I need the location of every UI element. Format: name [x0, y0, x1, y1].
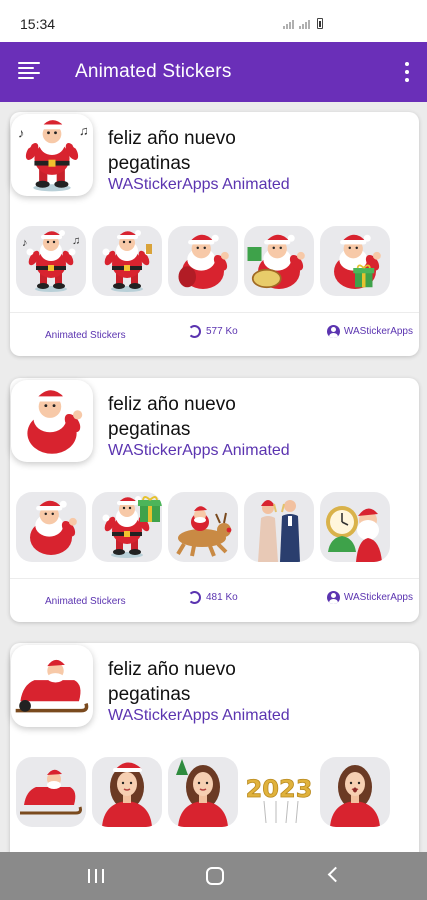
sticker-pack-list[interactable]: ♪ ♫ feliz año nuevo pegatinas WAStickerA… — [0, 102, 427, 852]
sticker-pack-card[interactable]: feliz año nuevo pegatinas WAStickerApps … — [10, 378, 419, 622]
sticker-preview[interactable] — [168, 226, 238, 296]
pack-publisher: WAStickerApps Animated — [108, 442, 290, 459]
santa-sleigh-image — [20, 769, 82, 815]
refresh-icon — [188, 591, 201, 604]
sticker-preview[interactable] — [320, 757, 390, 827]
sticker-preview[interactable] — [168, 757, 238, 827]
sticker-preview[interactable] — [16, 757, 86, 827]
pack-size-value: 481 Ko — [206, 592, 238, 603]
sticker-preview[interactable] — [16, 492, 86, 562]
pack-thumbnail — [11, 645, 93, 727]
app-bar: Animated Stickers — [0, 42, 427, 102]
santa-waving-image — [30, 500, 78, 555]
signal-icon-2 — [299, 20, 310, 29]
refresh-icon — [188, 325, 201, 338]
santa-with-sack-image — [178, 234, 230, 289]
pack-footer: Animated Stickers 481 Ko WAStickerApps — [10, 578, 419, 622]
sticker-preview[interactable] — [92, 226, 162, 296]
santa-clock-image — [326, 506, 382, 562]
status-time: 15:34 — [20, 16, 56, 32]
pack-size: 481 Ko — [188, 591, 238, 604]
battery-icon — [317, 18, 323, 29]
santa-singing-image: ♪ ♫ — [22, 230, 80, 292]
santa-gift-image — [334, 234, 382, 289]
pack-thumbnail — [11, 380, 93, 462]
santa-cheering-image — [102, 230, 152, 292]
sticker-preview-row: ♪ ♫ — [16, 226, 390, 296]
svg-text:♫: ♫ — [72, 235, 80, 247]
sticker-preview[interactable]: ♪ ♫ — [16, 226, 86, 296]
pack-size-value: 577 Ko — [206, 326, 238, 337]
pack-publisher: WAStickerApps Animated — [108, 176, 290, 193]
santa-with-gift-image — [102, 496, 162, 558]
pack-title: feliz año nuevo pegatinas — [108, 394, 236, 440]
santa-drum-image — [247, 234, 306, 289]
svg-text:♪: ♪ — [22, 237, 28, 249]
sticker-preview[interactable] — [320, 226, 390, 296]
overflow-menu-icon[interactable] — [404, 62, 410, 82]
pack-publisher: WAStickerApps Animated — [108, 707, 290, 724]
sticker-preview-row — [16, 492, 390, 562]
sticker-preview[interactable] — [92, 757, 162, 827]
pack-thumbnail: ♪ ♫ — [11, 114, 93, 196]
pack-title: feliz año nuevo pegatinas — [108, 659, 236, 705]
pack-category: Animated Stickers — [45, 596, 126, 607]
woman-santa-hat-image — [101, 762, 153, 827]
pack-size: 577 Ko — [188, 325, 238, 338]
balloon-text: 2023 — [246, 775, 313, 803]
couple-toast-image — [258, 500, 300, 562]
sticker-preview[interactable]: 2023 — [244, 757, 314, 827]
sticker-pack-card[interactable]: feliz año nuevo pegatinas WAStickerApps … — [10, 643, 419, 852]
status-bar: 15:34 — [0, 0, 427, 42]
navigation-bar — [0, 852, 427, 900]
sticker-preview-row: 2023 — [16, 757, 390, 827]
santa-waving-image — [27, 390, 84, 454]
sticker-preview[interactable] — [168, 492, 238, 562]
pack-category: Animated Stickers — [45, 330, 126, 341]
pack-title: feliz año nuevo pegatinas — [108, 128, 236, 174]
home-icon[interactable] — [206, 867, 224, 885]
balloons-2023-image: 2023 — [245, 775, 313, 824]
sticker-preview[interactable] — [320, 492, 390, 562]
pack-author[interactable]: WAStickerApps — [326, 325, 413, 338]
svg-text:♪: ♪ — [18, 125, 24, 140]
status-icons — [283, 18, 323, 29]
reindeer-riding-image — [176, 506, 232, 557]
santa-singing-image: ♪ ♫ — [18, 118, 89, 192]
sticker-pack-card[interactable]: ♪ ♫ feliz año nuevo pegatinas WAStickerA… — [10, 112, 419, 356]
pack-author[interactable]: WAStickerApps — [326, 591, 413, 604]
signal-icon — [283, 20, 294, 29]
menu-icon[interactable] — [18, 62, 40, 82]
app-title: Animated Stickers — [75, 61, 232, 82]
svg-text:♫: ♫ — [79, 123, 89, 138]
sticker-preview[interactable] — [92, 492, 162, 562]
woman-surprised-image — [329, 764, 381, 827]
sticker-preview[interactable] — [244, 226, 314, 296]
pack-author-name: WAStickerApps — [343, 326, 413, 337]
pack-footer: Animated Stickers 577 Ko WAStickerApps — [10, 312, 419, 356]
santa-sleigh-image — [15, 659, 89, 713]
user-icon — [326, 325, 340, 338]
pack-author-name: WAStickerApps — [343, 592, 413, 603]
back-icon[interactable] — [327, 866, 344, 883]
user-icon — [326, 591, 340, 604]
recent-apps-icon[interactable] — [88, 869, 104, 883]
woman-with-tree-image — [176, 759, 229, 827]
sticker-preview[interactable] — [244, 492, 314, 562]
